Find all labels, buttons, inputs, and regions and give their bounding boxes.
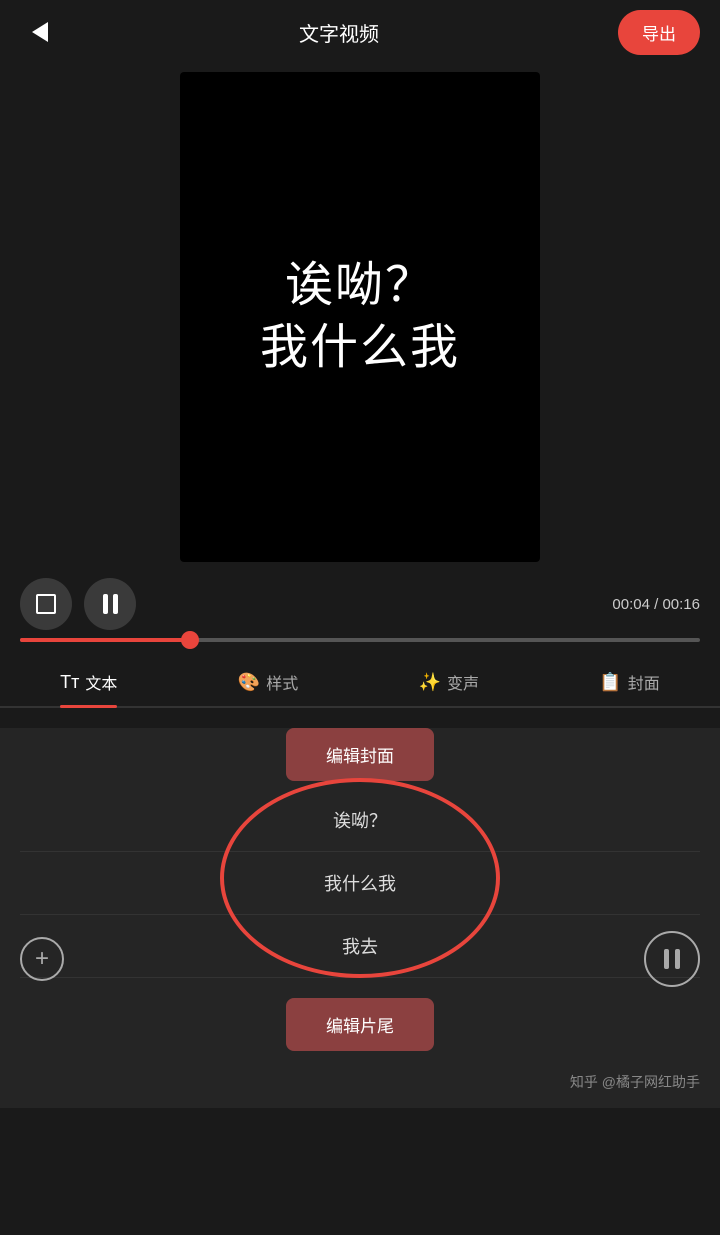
tab-voice[interactable]: ✨ 变声 xyxy=(419,670,479,706)
tab-cover[interactable]: 📋 封面 xyxy=(599,670,659,706)
controls-row: 00:04 / 00:16 xyxy=(0,562,720,638)
watermark: 知乎 @橘子网红助手 xyxy=(570,1072,700,1092)
pause-circle-bar-right xyxy=(675,949,680,969)
pause-circle-icon xyxy=(664,949,680,969)
time-total: 00:16 xyxy=(662,596,700,613)
text-list: 诶呦？ 我什么我 我去 xyxy=(0,789,720,978)
video-container: 诶呦？ 我什么我 xyxy=(0,72,720,562)
pause-icon xyxy=(103,594,118,614)
tab-voice-icon: ✨ xyxy=(419,672,441,693)
list-item[interactable]: 我什么我 xyxy=(20,852,700,915)
back-button[interactable] xyxy=(20,12,60,52)
tab-text-label: 文本 xyxy=(85,670,117,694)
video-line2: 我什么我 xyxy=(260,317,460,379)
list-item[interactable]: 诶呦？ xyxy=(20,789,700,852)
tab-text-icon: Tт xyxy=(60,672,79,693)
tab-cover-icon: 📋 xyxy=(599,672,621,693)
content-area: 编辑封面 诶呦？ 我什么我 我去 + 编辑片尾 知乎 @橘子网红助手 xyxy=(0,728,720,1108)
progress-container[interactable] xyxy=(0,638,720,642)
export-button[interactable]: 导出 xyxy=(618,10,700,55)
list-item[interactable]: 我去 xyxy=(20,915,700,978)
tab-style-label: 样式 xyxy=(266,670,298,694)
bottom-row: + 编辑片尾 xyxy=(0,978,720,1071)
pause-bar-left xyxy=(103,594,108,614)
pause-circle-bar-left xyxy=(664,949,669,969)
time-current: 00:04 xyxy=(612,596,650,613)
tab-cover-label: 封面 xyxy=(628,670,660,694)
header: 文字视频 导出 xyxy=(0,0,720,64)
video-line1: 诶呦？ xyxy=(260,255,460,317)
stop-icon xyxy=(36,594,56,614)
time-separator: / xyxy=(650,596,663,613)
page-title: 文字视频 xyxy=(299,18,379,47)
pause-button[interactable] xyxy=(84,578,136,630)
edit-cover-button[interactable]: 编辑封面 xyxy=(286,728,434,781)
edit-tail-button[interactable]: 编辑片尾 xyxy=(286,998,434,1051)
video-preview: 诶呦？ 我什么我 xyxy=(180,72,540,562)
time-display: 00:04 / 00:16 xyxy=(612,596,700,613)
pause-bar-right xyxy=(113,594,118,614)
tabs-row: Tт 文本 🎨 样式 ✨ 变声 📋 封面 xyxy=(0,658,720,708)
control-buttons xyxy=(20,578,136,630)
tab-style[interactable]: 🎨 样式 xyxy=(238,670,298,706)
back-arrow-icon xyxy=(32,22,48,42)
progress-track[interactable] xyxy=(20,638,700,642)
tab-style-icon: 🎨 xyxy=(238,672,260,693)
progress-thumb[interactable] xyxy=(181,631,199,649)
tab-voice-label: 变声 xyxy=(447,670,479,694)
add-button[interactable]: + xyxy=(20,937,64,981)
stop-button[interactable] xyxy=(20,578,72,630)
play-pause-button[interactable] xyxy=(644,931,700,987)
video-text: 诶呦？ 我什么我 xyxy=(260,255,460,380)
tab-text[interactable]: Tт 文本 xyxy=(60,670,117,706)
plus-icon: + xyxy=(35,947,49,971)
progress-fill xyxy=(20,638,190,642)
